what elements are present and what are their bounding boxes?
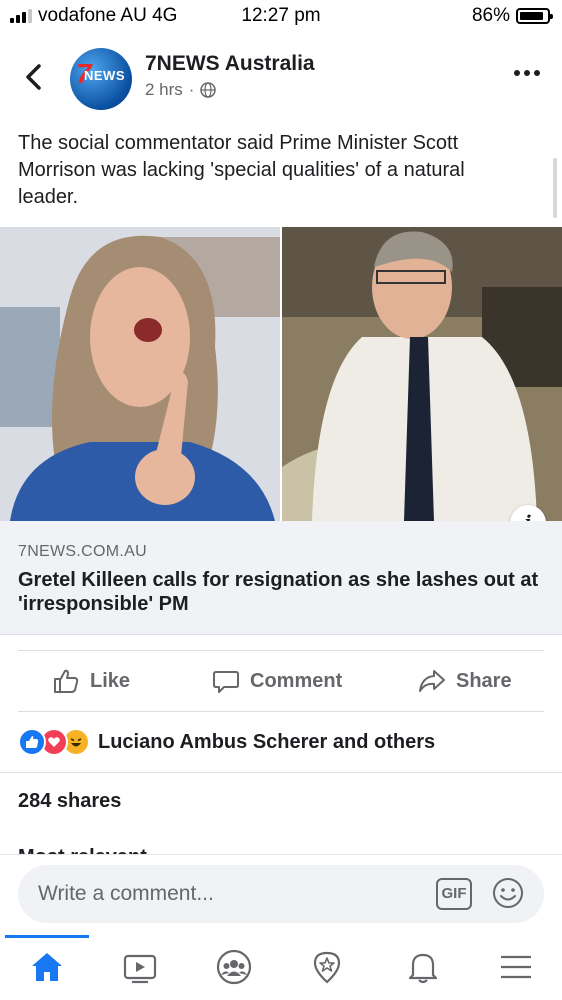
share-button[interactable]: Share xyxy=(418,651,512,711)
logo-text: NEWS xyxy=(84,68,125,83)
status-bar: vodafone AU 4G 12:27 pm 86% xyxy=(0,0,562,32)
post-meta: 2 hrs · xyxy=(145,80,217,100)
battery-percent: 86% xyxy=(471,5,510,26)
thumbs-up-icon xyxy=(54,669,79,693)
home-icon[interactable] xyxy=(27,947,67,987)
share-arrow-icon xyxy=(419,670,445,692)
photo-man xyxy=(282,227,562,521)
comment-button[interactable]: Comment xyxy=(212,651,342,711)
more-options-icon[interactable] xyxy=(514,70,540,76)
gif-button[interactable]: GIF xyxy=(436,878,472,910)
comment-icon xyxy=(213,671,239,693)
like-label: Like xyxy=(90,669,131,692)
watch-icon[interactable] xyxy=(120,947,160,987)
comment-input[interactable]: Write a comment... GIF xyxy=(18,865,544,923)
reaction-names[interactable]: Luciano Ambus Scherer and others xyxy=(98,731,435,754)
link-domain: 7NEWS.COM.AU xyxy=(18,543,147,560)
status-right: 86% xyxy=(471,5,553,27)
pages-icon[interactable] xyxy=(307,947,347,987)
post-header: 7 NEWS 7NEWS Australia 2 hrs · xyxy=(0,40,562,120)
link-preview[interactable]: 7NEWS.COM.AU Gretel Killeen calls for re… xyxy=(0,521,562,635)
share-label: Share xyxy=(456,669,512,692)
notifications-icon[interactable] xyxy=(403,947,443,987)
active-tab-indicator xyxy=(5,935,89,938)
meta-separator: · xyxy=(188,80,195,99)
bottom-nav xyxy=(0,935,562,1000)
comment-placeholder: Write a comment... xyxy=(38,882,214,905)
groups-icon[interactable] xyxy=(214,947,254,987)
battery-icon xyxy=(516,8,553,24)
divider xyxy=(0,772,562,773)
back-arrow-icon[interactable] xyxy=(22,62,46,92)
post-text: The social commentator said Prime Minist… xyxy=(18,132,465,208)
link-headline: Gretel Killeen calls for resignation as … xyxy=(18,569,539,615)
comment-label: Comment xyxy=(250,669,343,692)
emoji-icon[interactable] xyxy=(492,877,524,909)
globe-icon xyxy=(200,82,217,98)
comment-bar: Write a comment... GIF xyxy=(0,855,562,935)
menu-icon[interactable] xyxy=(496,947,536,987)
reactions-summary[interactable]: Luciano Ambus Scherer and others xyxy=(18,722,435,762)
scrollbar[interactable] xyxy=(553,158,557,218)
shares-count[interactable]: 284 shares xyxy=(18,790,121,813)
post-time[interactable]: 2 hrs xyxy=(145,80,183,100)
photo-woman xyxy=(0,227,280,521)
like-button[interactable]: Like xyxy=(52,651,130,711)
action-bar: Like Comment Share xyxy=(18,650,544,712)
like-reaction-icon xyxy=(18,728,46,756)
post-image[interactable]: i xyxy=(0,227,562,521)
page-avatar[interactable]: 7 NEWS xyxy=(70,48,132,110)
page-name[interactable]: 7NEWS Australia xyxy=(145,52,315,76)
